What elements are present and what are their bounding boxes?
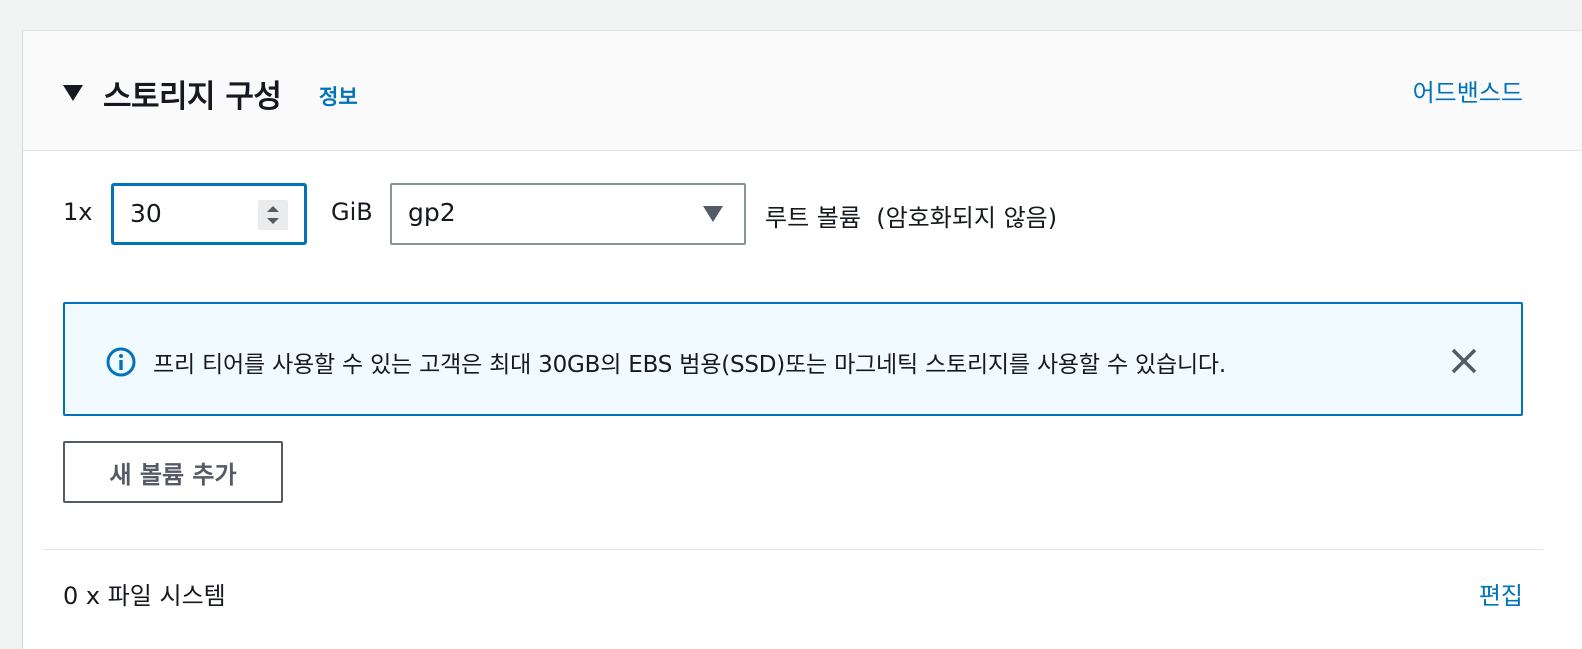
root-volume-label: 루트 볼륨 (암호화되지 않음) [765,204,1058,232]
section-divider [43,549,1543,550]
volume-multiplier: 1x [63,198,93,226]
volume-type-select[interactable]: gp2 [390,183,746,245]
filesystem-summary: 0 x 파일 시스템 [63,582,226,610]
volume-size-value[interactable]: 30 [130,199,162,228]
stepper-icon[interactable] [258,200,288,230]
info-link[interactable]: 정보 [319,81,358,111]
volume-size-input[interactable]: 30 [111,183,307,245]
advanced-link[interactable]: 어드밴스드 [1413,73,1523,108]
alert-message: 프리 티어를 사용할 수 있는 고객은 최대 30GB의 EBS 범용(SSD)… [153,352,1226,378]
caret-down-icon[interactable] [61,83,85,103]
volume-type-value: gp2 [408,198,456,227]
free-tier-alert: 프리 티어를 사용할 수 있는 고객은 최대 30GB의 EBS 범용(SSD)… [63,302,1523,416]
info-circle-icon [106,347,136,377]
panel-header: 스토리지 구성 정보 어드밴스드 [23,31,1582,151]
edit-filesystems-link[interactable]: 편집 [1479,576,1523,611]
panel-title: 스토리지 구성 [103,79,282,115]
close-icon[interactable] [1449,346,1479,376]
caret-down-icon [703,206,723,222]
size-unit-label: GiB [331,198,373,226]
add-volume-button[interactable]: 새 볼륨 추가 [63,441,283,503]
storage-config-panel: 스토리지 구성 정보 어드밴스드 1x 30 GiB gp2 루트 볼륨 (암호… [22,30,1582,649]
